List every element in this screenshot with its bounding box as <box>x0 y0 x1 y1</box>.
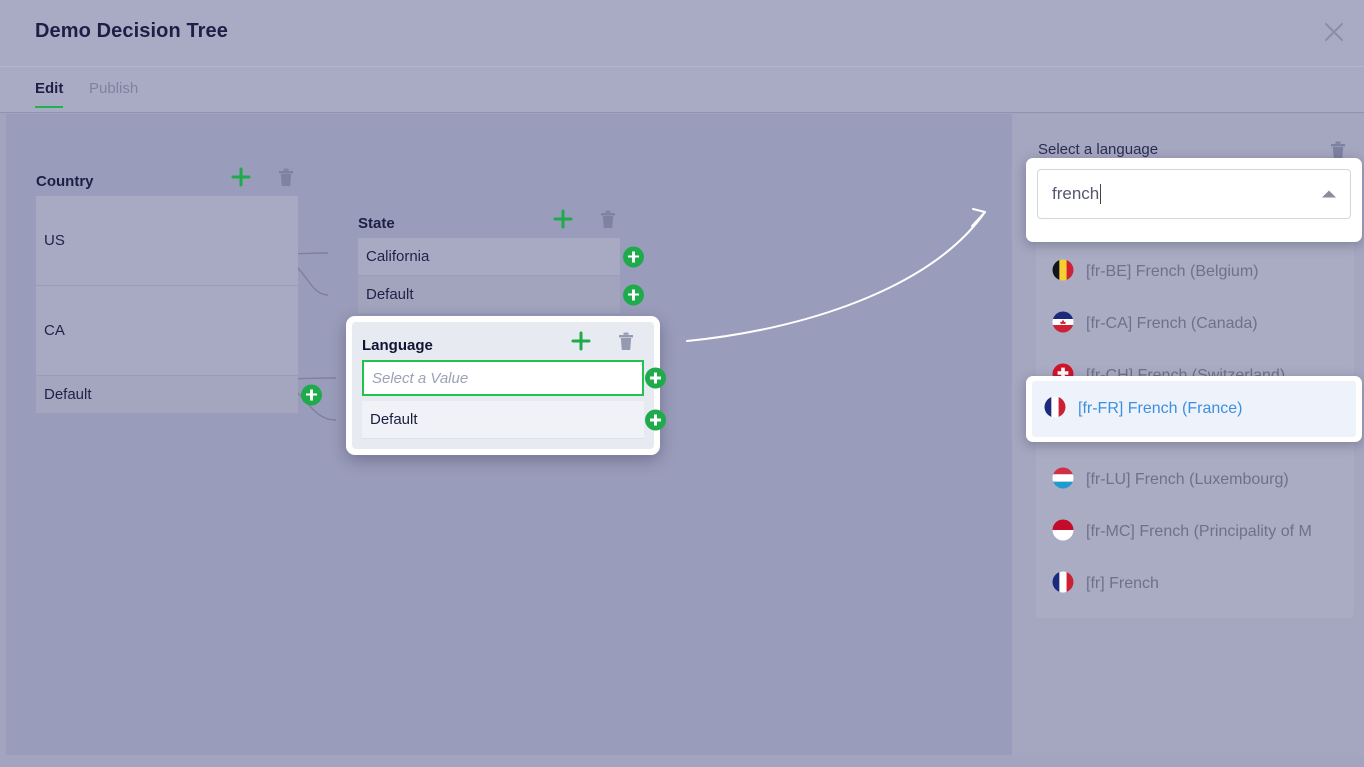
app-root: Demo Decision Tree Edit Publish (8) <box>0 0 1364 767</box>
bottom-strip <box>0 755 1364 767</box>
table-row[interactable]: Default <box>362 401 644 439</box>
close-icon[interactable] <box>1312 10 1356 54</box>
row-add-icon[interactable] <box>623 284 644 305</box>
chevron-up-icon[interactable] <box>1322 190 1336 198</box>
tab-edit[interactable]: Edit <box>35 80 64 108</box>
list-item[interactable]: [fr-MC] French (Principality of M <box>1036 506 1354 558</box>
list-item[interactable]: [fr-BE] French (Belgium) <box>1036 246 1354 298</box>
node-state-rows: California Default <box>358 238 644 314</box>
row-label: CA <box>44 322 65 339</box>
list-item-label: [fr-FR] French (France) <box>1078 400 1243 417</box>
node-country-delete-icon[interactable] <box>278 168 294 187</box>
flag-monaco-icon <box>1052 519 1074 546</box>
row-add-icon[interactable] <box>623 246 644 267</box>
list-item-label: [fr-CA] French (Canada) <box>1086 315 1258 332</box>
node-state-header: State <box>358 208 620 238</box>
row-add-icon[interactable] <box>645 409 666 431</box>
search-input-value: french <box>1052 184 1100 203</box>
node-country-header: Country <box>36 166 298 196</box>
node-country[interactable]: Country US CA Default <box>36 166 322 414</box>
node-language-title: Language <box>362 336 433 354</box>
row-label: US <box>44 232 65 249</box>
language-selector-panel: Select a language [fr-BE] French (Belgiu… <box>1012 114 1364 755</box>
node-language-header: Language <box>362 330 644 360</box>
panel-label: Select a language <box>1038 141 1159 158</box>
node-language-delete-icon[interactable] <box>618 332 634 351</box>
table-row[interactable]: California <box>358 238 644 276</box>
node-country-rows: US CA Default <box>36 196 322 414</box>
list-item[interactable]: [fr] French <box>1036 558 1354 610</box>
node-language[interactable]: Language Select a Value Default <box>346 316 666 455</box>
row-label: Default <box>366 286 414 303</box>
language-search-input[interactable]: french <box>1037 169 1351 219</box>
tab-bar: Edit Publish (8) (0) <box>0 66 1364 162</box>
node-language-add-icon[interactable] <box>570 330 592 352</box>
selected-option-spotlight: [fr-FR] French (France) <box>1026 376 1362 442</box>
row-add-icon[interactable] <box>301 384 322 405</box>
node-state-add-icon[interactable] <box>552 208 574 230</box>
node-state[interactable]: State California Default <box>358 208 644 314</box>
text-caret <box>1100 184 1102 204</box>
title-bar: Demo Decision Tree <box>0 0 1364 66</box>
node-country-add-icon[interactable] <box>230 166 252 188</box>
flag-luxembourg-icon <box>1052 467 1074 494</box>
list-item-label: [fr-LU] French (Luxembourg) <box>1086 471 1289 488</box>
language-value-input[interactable]: Select a Value <box>362 360 644 396</box>
row-label: Default <box>44 386 92 403</box>
node-state-title: State <box>358 214 395 232</box>
table-row[interactable]: US <box>36 196 298 286</box>
row-add-icon[interactable] <box>645 367 666 389</box>
table-row[interactable]: Default <box>36 376 322 414</box>
table-row[interactable]: CA <box>36 286 298 376</box>
row-label: Default <box>370 411 418 428</box>
list-item[interactable]: [fr-LU] French (Luxembourg) <box>1036 454 1354 506</box>
list-item-label: [fr-MC] French (Principality of M <box>1086 523 1312 540</box>
tree-canvas[interactable]: Country US CA Default State California D… <box>6 114 1012 755</box>
tab-publish[interactable]: Publish <box>89 80 138 106</box>
node-language-rows: Select a Value Default <box>362 360 666 439</box>
list-item-label: [fr] French <box>1086 575 1159 592</box>
flag-france-generic-icon <box>1052 571 1074 598</box>
page-title: Demo Decision Tree <box>35 20 228 42</box>
search-spotlight: french <box>1026 158 1362 242</box>
row-label: California <box>366 248 430 265</box>
flag-canada-icon <box>1052 311 1074 338</box>
node-country-title: Country <box>36 172 94 190</box>
list-item-label: [fr-BE] French (Belgium) <box>1086 263 1259 280</box>
flag-france-icon <box>1044 396 1066 423</box>
list-item-selected[interactable]: [fr-FR] French (France) <box>1032 381 1356 437</box>
table-row[interactable]: Default <box>358 276 644 314</box>
flag-belgium-icon <box>1052 259 1074 286</box>
list-item[interactable]: [fr-CA] French (Canada) <box>1036 298 1354 350</box>
node-state-delete-icon[interactable] <box>600 210 616 229</box>
